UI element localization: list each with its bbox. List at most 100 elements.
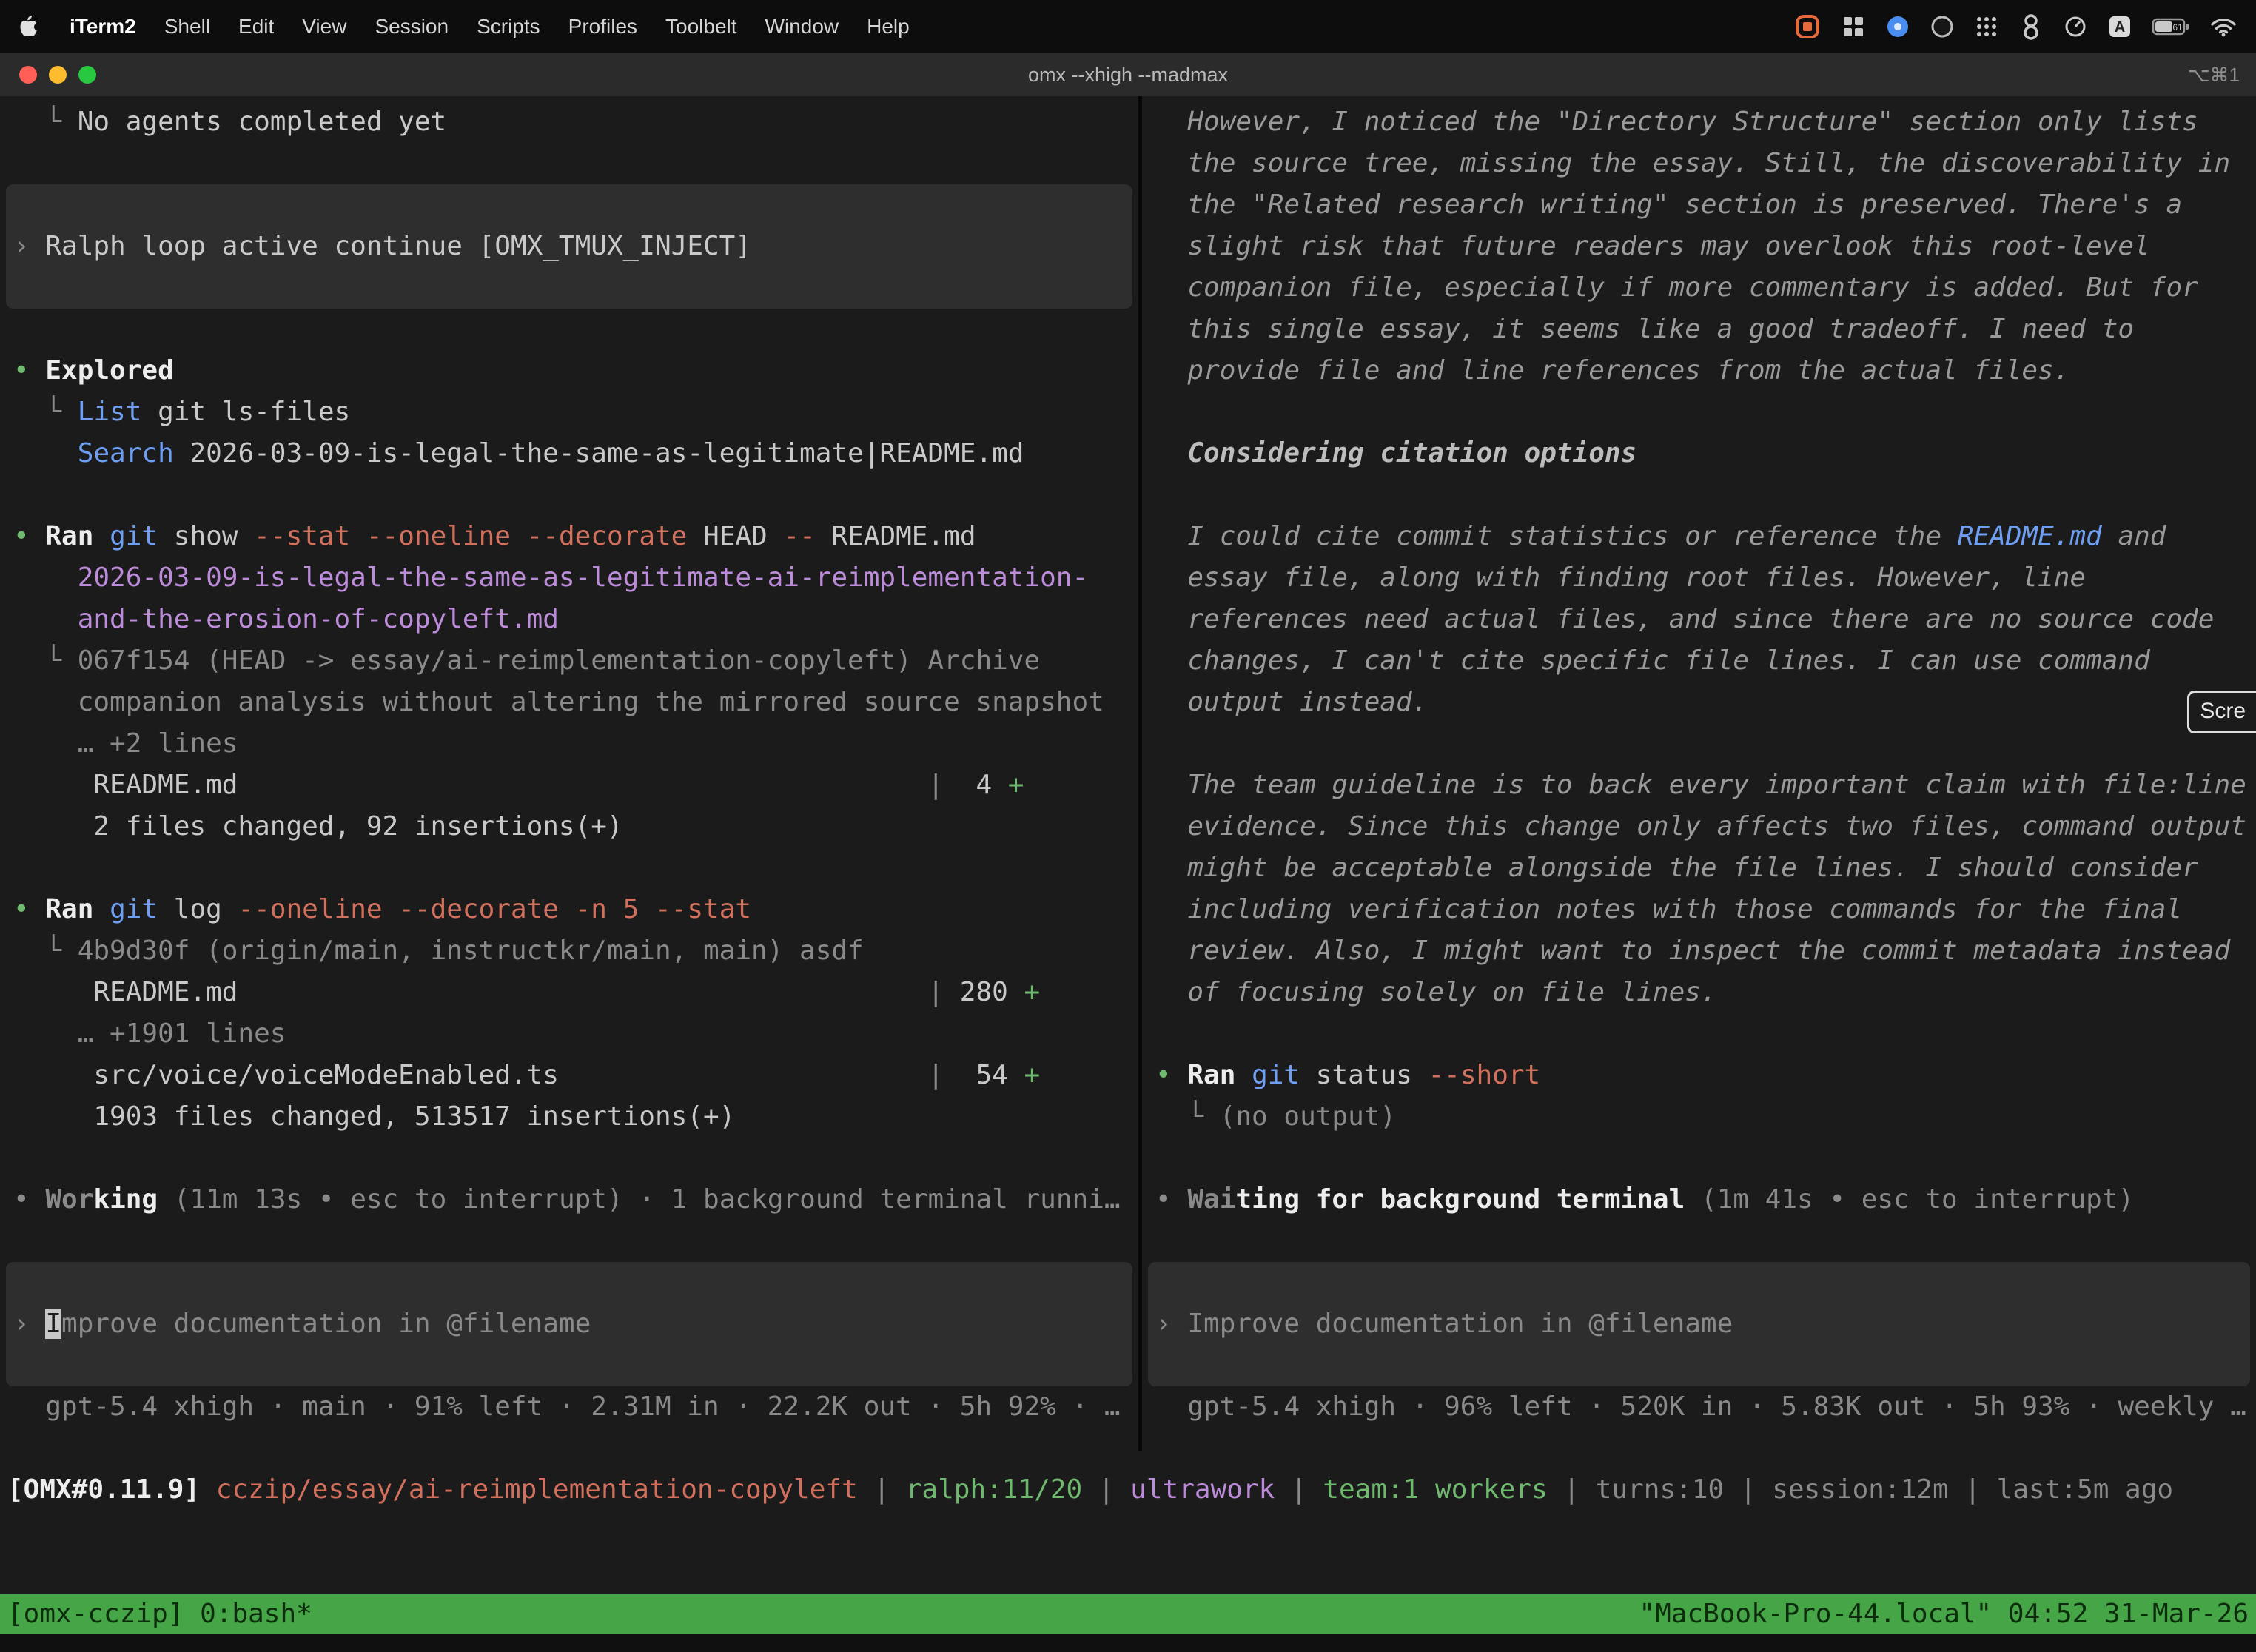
iterm2-window: iTerm2 Shell Edit View Session Scripts Profile… — [0, 0, 2256, 1652]
blue-app-icon[interactable] — [1886, 15, 1910, 38]
terminal-line: I could cite commit statistics or refere… — [1142, 516, 2256, 557]
battery-percent-label: 61 — [2172, 22, 2183, 33]
terminal-line: companion analysis without altering the … — [0, 682, 1138, 723]
terminal-line: └ List git ls-files — [0, 392, 1138, 433]
terminal-line — [1142, 1220, 2256, 1262]
terminal-line: The team guideline is to back every impo… — [1142, 765, 2256, 806]
working-status-line: • Working (11m 13s • esc to interrupt) ·… — [0, 1179, 1138, 1220]
prompt-input[interactable]: › Improve documentation in @filename — [1148, 1262, 2250, 1386]
terminal-line — [6, 267, 1132, 309]
terminal-line: the "Related research writing" section i… — [1142, 184, 2256, 226]
terminal-line — [1142, 723, 2256, 765]
menu-item-edit[interactable]: Edit — [238, 15, 274, 38]
terminal-line: evidence. Since this change only affects… — [1142, 806, 2256, 847]
terminal-line: └ (no output) — [1142, 1096, 2256, 1138]
terminal-line — [1148, 1345, 2250, 1386]
grid-icon[interactable] — [1842, 15, 1865, 38]
terminal-line: … +1901 lines — [0, 1013, 1138, 1055]
terminal-line — [1142, 1138, 2256, 1179]
waiting-status-line: • Waiting for background terminal (1m 41… — [1142, 1179, 2256, 1220]
terminal-line — [6, 1262, 1132, 1303]
terminal-line: the source tree, missing the essay. Stil… — [1142, 143, 2256, 184]
terminal-line: companion file, especially if more comme… — [1142, 267, 2256, 309]
menu-item-window[interactable]: Window — [765, 15, 839, 38]
macos-menu-bar: iTerm2 Shell Edit View Session Scripts Profile… — [0, 0, 2256, 53]
terminal-line — [0, 309, 1138, 350]
window-title-bar: omx --xhigh --madmax ⌥⌘1 — [0, 53, 2256, 98]
terminal-line — [6, 1345, 1132, 1386]
injection-banner: › Ralph loop active continue [OMX_TMUX_I… — [6, 184, 1132, 309]
terminal-line: 1903 files changed, 513517 insertions(+) — [0, 1096, 1138, 1138]
terminal-line: However, I noticed the "Directory Struct… — [1142, 101, 2256, 143]
terminal-line: • Ran git status --short — [1142, 1055, 2256, 1096]
menu-item-toolbelt[interactable]: Toolbelt — [665, 15, 737, 38]
svg-text:A: A — [2115, 19, 2125, 36]
terminal-line: README.md | 280 + — [0, 972, 1138, 1013]
terminal-line: • Ran git log --oneline --decorate -n 5 … — [0, 889, 1138, 930]
prompt-input-line: › Improve documentation in @filename — [1148, 1303, 2250, 1345]
terminal-line: including verification notes with those … — [1142, 889, 2256, 930]
terminal-line: of focusing solely on file lines. — [1142, 972, 2256, 1013]
traffic-lights — [0, 66, 96, 84]
menu-item-session[interactable]: Session — [375, 15, 449, 38]
close-button[interactable] — [19, 66, 37, 84]
omx-status-bar: [OMX#0.11.9] cczip/essay/ai-reimplementa… — [0, 1469, 2256, 1511]
tmux-session-label: [omx-cczip] 0:bash* — [7, 1594, 312, 1634]
apple-menu[interactable] — [19, 16, 38, 38]
terminal-line — [0, 847, 1138, 889]
screen-button[interactable]: Scre — [2187, 691, 2256, 733]
terminal-line: this single essay, it seems like a good … — [1142, 309, 2256, 350]
launchpad-grid-icon[interactable] — [1975, 15, 1998, 38]
menu-item-shell[interactable]: Shell — [164, 15, 210, 38]
dark-app-icon[interactable] — [1930, 15, 1954, 38]
terminal-line: └ 4b9d30f (origin/main, instructkr/main,… — [0, 930, 1138, 972]
terminal-line: might be acceptable alongside the file l… — [1142, 847, 2256, 889]
apple-icon — [19, 16, 38, 38]
tmux-host-clock: "MacBook-Pro-44.local" 04:52 31-Mar-26 — [1639, 1594, 2249, 1634]
terminal-line — [0, 474, 1138, 516]
prompt-input[interactable]: › Improve documentation in @filename — [6, 1262, 1132, 1386]
terminal-line — [1148, 1262, 2250, 1303]
menu-item-help[interactable]: Help — [867, 15, 910, 38]
menu-item-view[interactable]: View — [302, 15, 346, 38]
window-title: omx --xhigh --madmax — [1028, 64, 1228, 87]
minimize-button[interactable] — [49, 66, 67, 84]
terminal-line: • Ran git show --stat --oneline --decora… — [0, 516, 1138, 557]
terminal-line: and-the-erosion-of-copyleft.md — [0, 599, 1138, 640]
gauge-icon[interactable] — [2064, 15, 2087, 38]
terminal-area: └ No agents completed yet › Ralph loop ac… — [0, 96, 2256, 1652]
terminal-line: └ 067f154 (HEAD -> essay/ai-reimplementa… — [0, 640, 1138, 682]
menu-item-scripts[interactable]: Scripts — [477, 15, 540, 38]
thinking-heading: Considering citation options — [1142, 433, 2256, 474]
window-shortcut-label: ⌥⌘1 — [2188, 64, 2256, 87]
terminal-line: essay file, along with finding root file… — [1142, 557, 2256, 599]
wifi-icon[interactable] — [2210, 16, 2237, 37]
terminal-line: └ No agents completed yet — [0, 101, 1138, 143]
terminal-pane-right[interactable]: However, I noticed the "Directory Struct… — [1142, 101, 2256, 1428]
zoom-button[interactable] — [78, 66, 96, 84]
terminal-line: … +2 lines — [0, 723, 1138, 765]
battery-icon[interactable]: 61 — [2152, 17, 2189, 36]
terminal-line — [0, 1220, 1138, 1262]
terminal-line: Search 2026-03-09-is-legal-the-same-as-l… — [0, 433, 1138, 474]
menu-item-profiles[interactable]: Profiles — [568, 15, 637, 38]
terminal-line: provide file and line references from th… — [1142, 350, 2256, 392]
terminal-line — [1142, 392, 2256, 433]
terminal-line: 2026-03-09-is-legal-the-same-as-legitima… — [0, 557, 1138, 599]
terminal-line: README.md | 4 + — [0, 765, 1138, 806]
stack-icon[interactable] — [2019, 13, 2043, 40]
menu-bar-status-icons: A 61 — [1794, 13, 2237, 40]
terminal-line: changes, I can't cite specific file line… — [1142, 640, 2256, 682]
menu-item-iterm2[interactable]: iTerm2 — [70, 15, 136, 38]
terminal-line — [0, 1138, 1138, 1179]
terminal-line — [6, 184, 1132, 226]
terminal-pane-left[interactable]: └ No agents completed yet › Ralph loop ac… — [0, 101, 1138, 1428]
screen-recording-indicator-icon[interactable] — [1794, 13, 1821, 40]
terminal-line: slight risk that future readers may over… — [1142, 226, 2256, 267]
terminal-line: output instead. — [1142, 682, 2256, 723]
input-source-icon[interactable]: A — [2108, 15, 2132, 38]
terminal-line: • Explored — [0, 350, 1138, 392]
tmux-status-bar: [omx-cczip] 0:bash* "MacBook-Pro-44.loca… — [0, 1594, 2256, 1634]
terminal-line: src/voice/voiceModeEnabled.ts | 54 + — [0, 1055, 1138, 1096]
model-status-line: gpt-5.4 xhigh · main · 91% left · 2.31M … — [0, 1386, 1138, 1428]
